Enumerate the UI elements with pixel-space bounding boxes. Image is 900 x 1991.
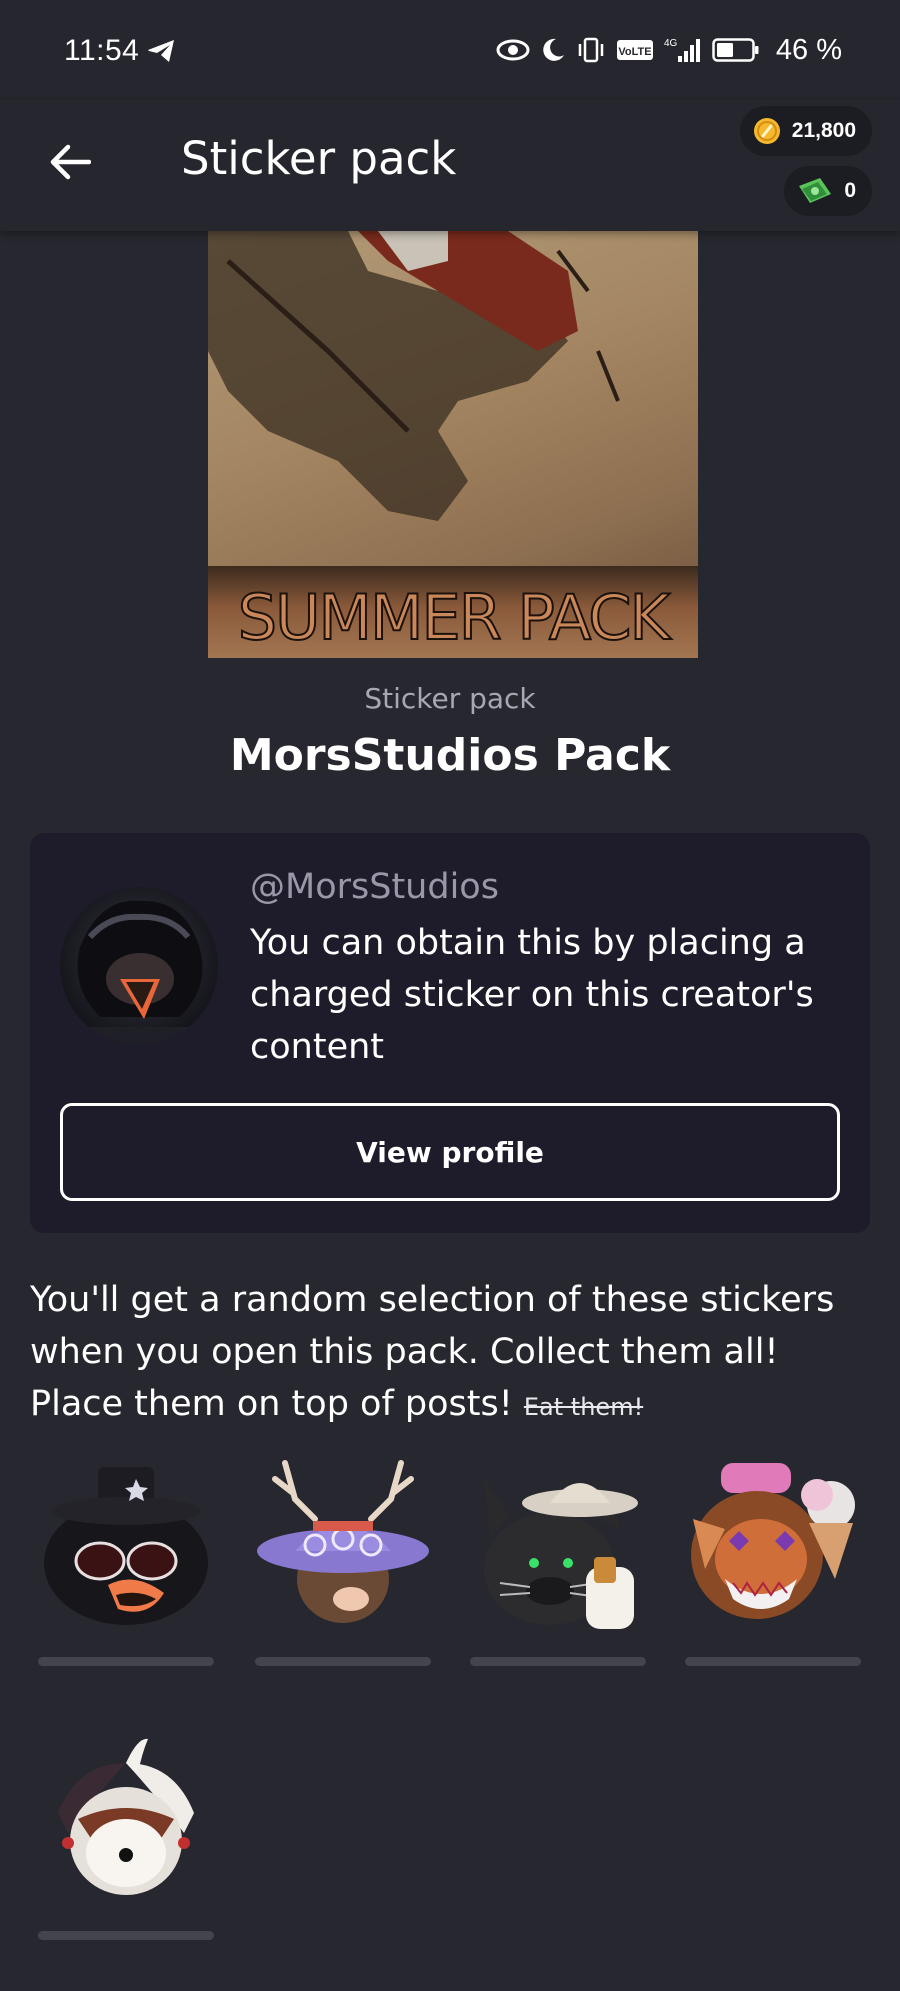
sticker-progress-bar [255, 1657, 431, 1666]
status-bar: 11:54 VoLTE 4G 46 % [0, 0, 900, 100]
sticker-item[interactable] [685, 1459, 861, 1666]
status-time: 11:54 [64, 34, 140, 67]
vibrate-icon [578, 37, 604, 63]
svg-text:4G: 4G [664, 38, 678, 49]
sticker-item[interactable] [38, 1733, 214, 1940]
cash-icon [799, 178, 832, 203]
coins-balance[interactable]: 21,800 [739, 106, 872, 156]
view-profile-button[interactable]: View profile [60, 1103, 840, 1201]
arrow-left-icon [50, 144, 91, 180]
cash-amount: 0 [844, 179, 856, 202]
jester-sticker-icon [58, 1738, 194, 1895]
sticker-item[interactable] [470, 1459, 646, 1666]
telegram-icon [148, 40, 174, 62]
sticker-item[interactable] [38, 1459, 214, 1666]
crow-sunglasses-sticker-icon [44, 1467, 208, 1625]
cover-title: SUMMER PACK [237, 580, 671, 655]
status-icons: VoLTE 4G 46 % [496, 30, 842, 70]
battery-percent: 46 % [775, 33, 842, 66]
sticker-progress-bar [685, 1657, 861, 1666]
back-button[interactable] [42, 134, 98, 190]
pack-info-strikethrough: Eat them! [523, 1393, 644, 1421]
sticker-item[interactable] [255, 1459, 431, 1666]
battery-icon [712, 38, 759, 62]
pack-info-main: You'll get a random selection of these s… [30, 1280, 835, 1424]
cash-balance[interactable]: 0 [784, 166, 872, 216]
sticker-progress-bar [38, 1657, 214, 1666]
signal-icon: 4G [664, 38, 700, 62]
eye-icon [496, 39, 530, 61]
pack-subtitle: Sticker pack [364, 682, 536, 715]
creator-description: You can obtain this by placing a charged… [250, 923, 814, 1067]
lion-icecream-sticker-icon [691, 1463, 855, 1619]
pack-name: MorsStudios Pack [229, 730, 671, 781]
page-title: Sticker pack [181, 132, 457, 185]
sticker-progress-bar [470, 1657, 646, 1666]
volte-icon: VoLTE [616, 40, 653, 60]
moon-icon [543, 38, 564, 61]
creator-avatar-image [70, 900, 210, 1045]
sticker-progress-bar [38, 1931, 214, 1940]
pack-cover-image: SUMMER PACK [208, 231, 698, 658]
app-bar: Sticker pack 21,800 0 [0, 100, 900, 231]
pack-info-text: You'll get a random selection of these s… [30, 1274, 880, 1433]
coin-icon [753, 118, 780, 144]
cowboy-cat-sticker-icon [484, 1479, 638, 1629]
creator-handle[interactable]: @MorsStudios [250, 867, 499, 907]
avatar[interactable] [60, 887, 218, 1045]
svg-text:VoLTE: VoLTE [618, 46, 651, 58]
antler-hat-sticker-icon [257, 1460, 429, 1623]
coins-amount: 21,800 [791, 119, 856, 142]
creator-card: @MorsStudios You can obtain this by plac… [30, 833, 870, 1233]
cover-illustration [208, 231, 620, 521]
